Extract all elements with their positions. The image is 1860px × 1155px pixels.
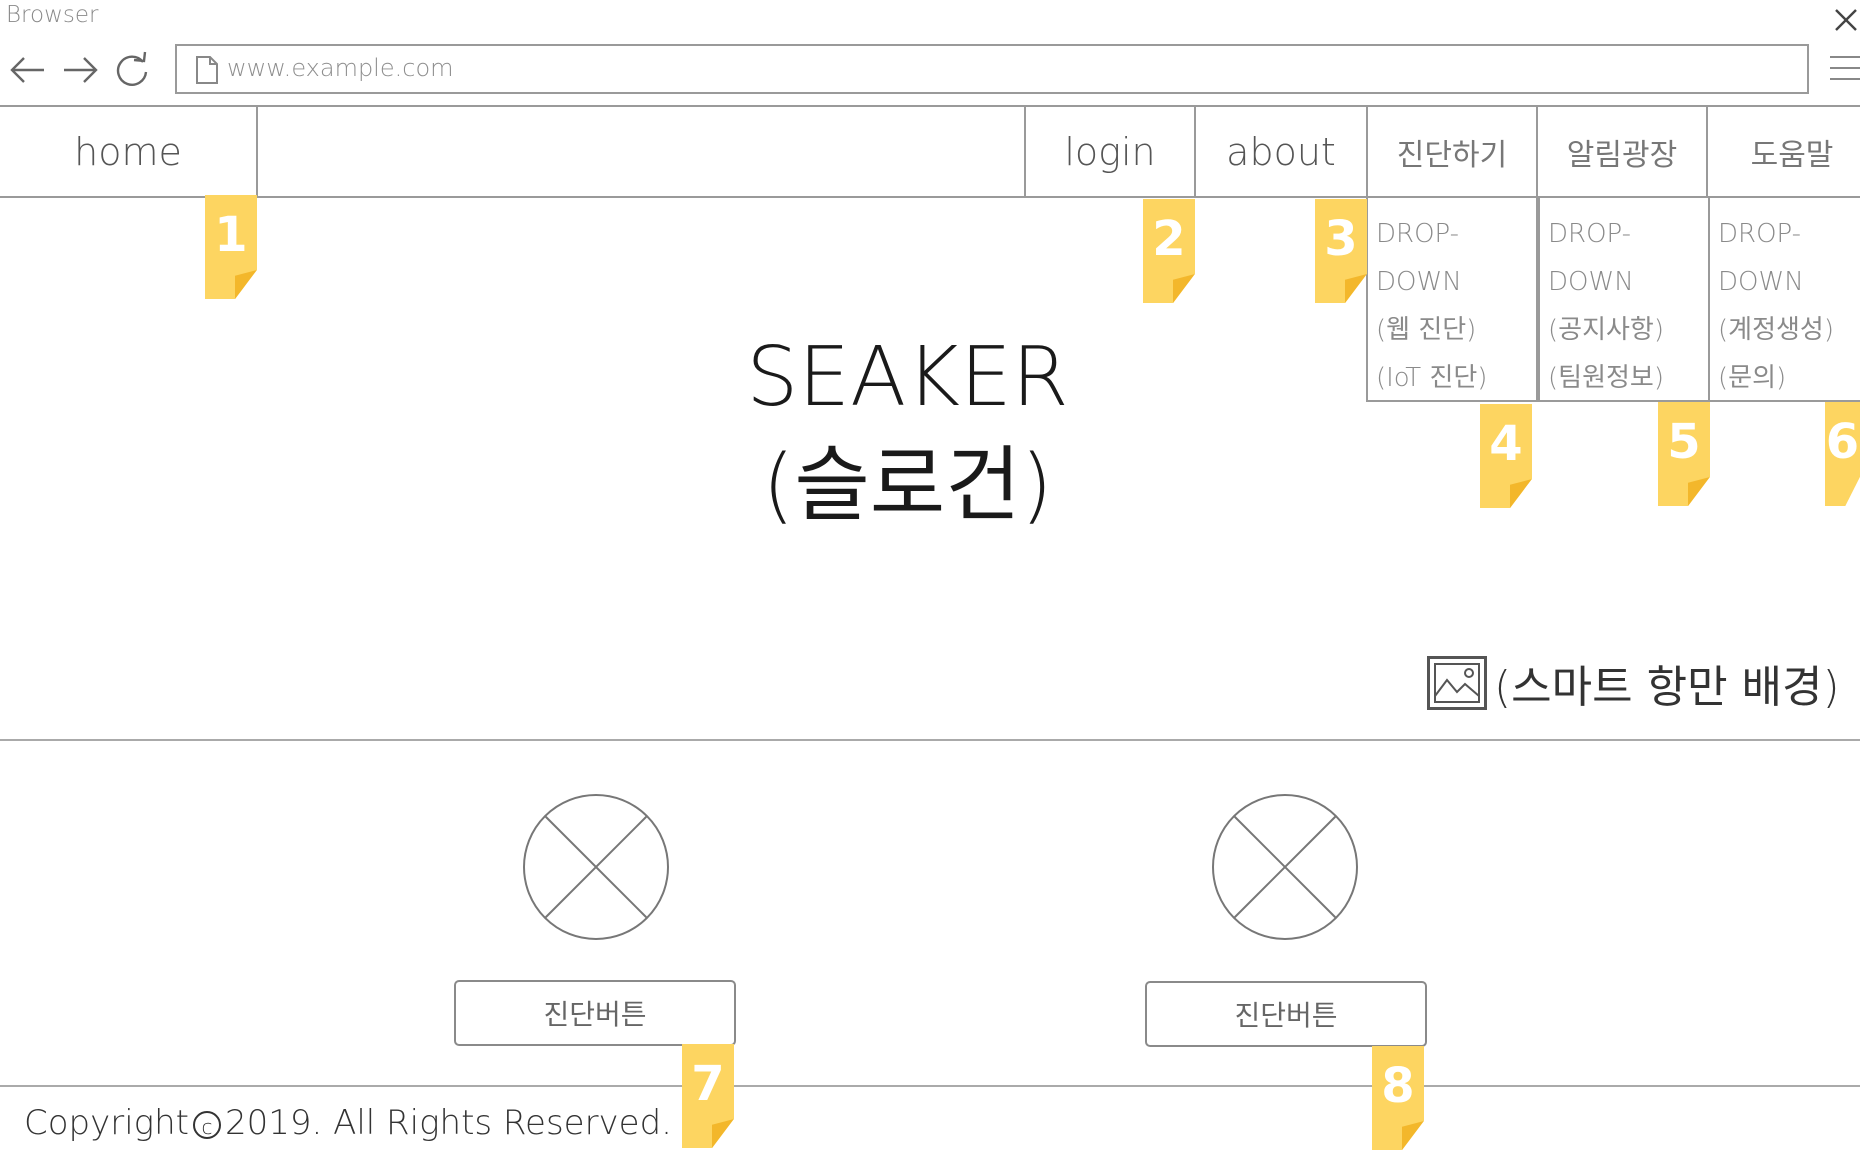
hamburger-menu-icon[interactable] <box>1826 52 1860 84</box>
diagnose-button[interactable]: 진단버튼 <box>454 980 736 1046</box>
dropdown-label: DOWN <box>1376 267 1462 297</box>
dropdown-label: DROP- <box>1718 219 1802 249</box>
nav-notice-board[interactable]: 알림광장 <box>1538 105 1706 198</box>
diagnose-button[interactable]: 진단버튼 <box>1145 981 1427 1047</box>
annotation-marker: 7 <box>682 1044 734 1148</box>
footer-divider <box>0 1085 1860 1087</box>
copyright-prefix: Copyright <box>24 1103 189 1143</box>
reload-icon[interactable] <box>112 50 152 90</box>
dropdown-label: DOWN <box>1548 267 1634 297</box>
nav-about[interactable]: about <box>1196 105 1366 198</box>
dropdown-label: DROP- <box>1376 219 1460 249</box>
nav-login[interactable]: login <box>1026 105 1194 198</box>
nav-diagnose[interactable]: 진단하기 <box>1368 105 1536 198</box>
image-placeholder <box>523 794 669 940</box>
copyright-symbol: c <box>192 1110 221 1139</box>
image-icon <box>1427 656 1487 710</box>
annotation-marker: 6 <box>1825 402 1860 506</box>
annotation-marker: 8 <box>1372 1046 1424 1150</box>
back-arrow-icon[interactable] <box>8 50 48 90</box>
url-text: www.example.com <box>227 54 454 82</box>
dropdown-label: DOWN <box>1718 267 1804 297</box>
copyright-suffix: 2019. All Rights Reserved. <box>224 1103 672 1143</box>
hero-title: SEAKER <box>746 330 1069 425</box>
background-image-label: (스마트 항만 배경) <box>1494 662 1840 713</box>
forward-arrow-icon[interactable] <box>60 50 100 90</box>
annotation-marker: 3 <box>1315 199 1367 303</box>
address-bar[interactable]: www.example.com <box>175 44 1809 94</box>
nav-home[interactable]: home <box>0 105 256 198</box>
dropdown-label: DROP- <box>1548 219 1632 249</box>
section-divider <box>0 739 1860 741</box>
nav-divider <box>256 105 258 198</box>
page-icon <box>196 56 218 84</box>
wireframe-page: Browser www.example.com home login about… <box>0 0 1860 1155</box>
nav-help[interactable]: 도움말 <box>1708 105 1860 198</box>
hero-slogan: (슬로건) <box>762 438 1053 533</box>
annotation-marker: 2 <box>1143 199 1195 303</box>
copyright: Copyright c 2019. All Rights Reserved. <box>24 1103 672 1143</box>
close-icon[interactable] <box>1832 6 1860 34</box>
annotation-marker: 1 <box>205 195 257 299</box>
browser-title: Browser <box>6 2 99 28</box>
image-placeholder <box>1212 794 1358 940</box>
